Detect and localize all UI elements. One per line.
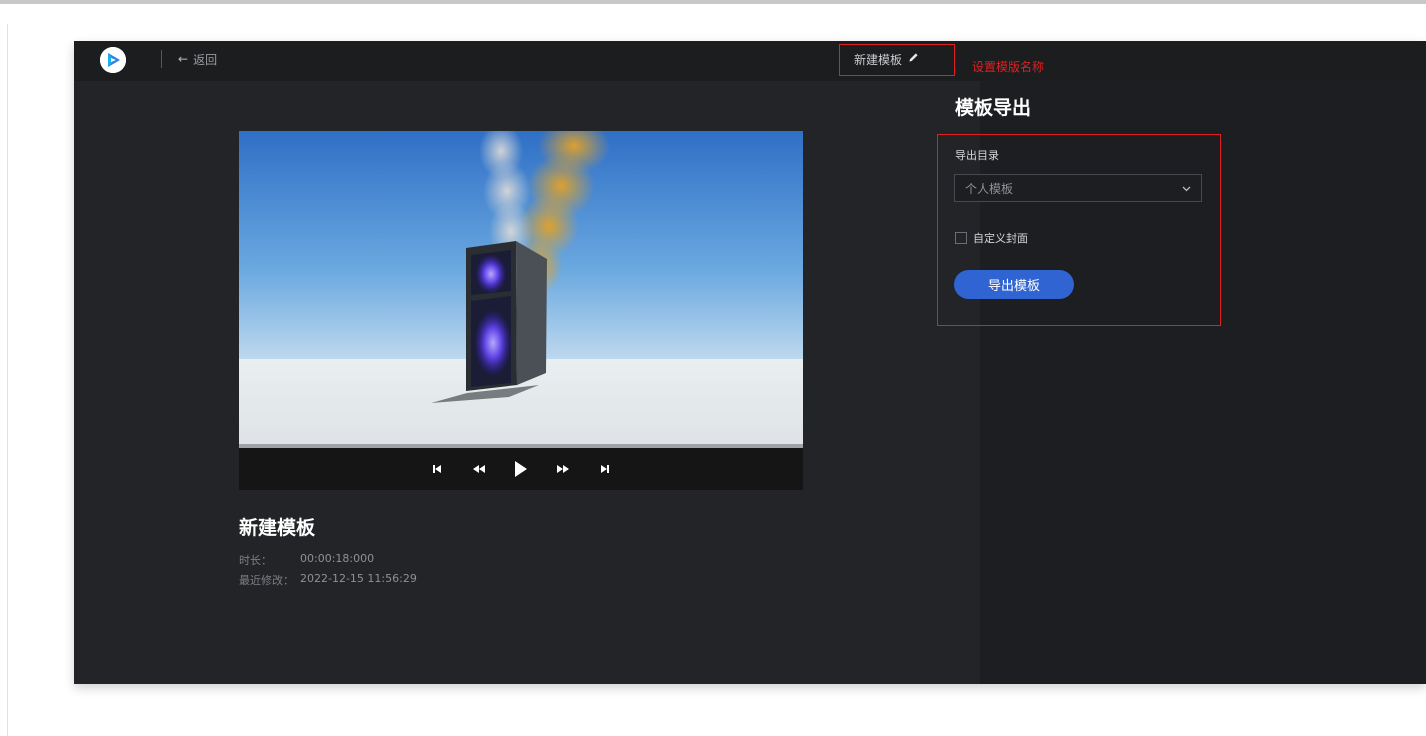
skip-start-icon[interactable] <box>416 448 458 490</box>
rewind-icon[interactable] <box>458 448 500 490</box>
chevron-down-icon <box>1182 181 1191 195</box>
fast-forward-icon[interactable] <box>542 448 584 490</box>
modified-value: 2022-12-15 11:56:29 <box>300 572 417 585</box>
annotation-set-name: 设置模版名称 <box>972 60 1045 74</box>
custom-cover-label: 自定义封面 <box>973 232 1028 245</box>
pencil-icon[interactable] <box>908 52 919 66</box>
custom-cover-checkbox[interactable] <box>955 232 967 244</box>
arrow-left-icon: ← <box>178 52 189 66</box>
back-button[interactable]: ← 返回 <box>178 50 217 68</box>
back-label: 返回 <box>193 52 218 67</box>
play-icon[interactable] <box>500 448 542 490</box>
export-panel-title: 模板导出 <box>955 97 1032 119</box>
export-dir-value: 个人模板 <box>965 181 1014 196</box>
top-bar <box>74 41 1426 81</box>
export-dir-label: 导出目录 <box>955 149 999 162</box>
page-top-border <box>0 0 1426 4</box>
video-frame <box>239 131 803 447</box>
template-name-label: 新建模板 <box>854 52 903 67</box>
skip-end-icon[interactable] <box>584 448 626 490</box>
page-left-border <box>7 24 8 736</box>
template-name-edit[interactable]: 新建模板 <box>854 50 919 68</box>
header-divider <box>161 50 162 68</box>
app-logo-icon[interactable] <box>100 47 126 73</box>
duration-value: 00:00:18:000 <box>300 552 375 565</box>
template-title: 新建模板 <box>239 517 316 539</box>
modified-row: 最近修改： 2022-12-15 11:56:29 <box>239 572 417 588</box>
export-dir-select[interactable]: 个人模板 <box>954 174 1202 202</box>
modified-label: 最近修改： <box>239 574 294 587</box>
video-preview[interactable] <box>239 131 803 490</box>
export-template-button[interactable]: 导出模板 <box>954 270 1074 299</box>
custom-cover-option[interactable]: 自定义封面 <box>955 230 1028 246</box>
playback-controls <box>239 448 803 490</box>
template-editor-window: ← 返回 新建模板 设置模版名称 新建模板 时长： 00:00:18:000 最… <box>74 41 1426 684</box>
duration-row: 时长： 00:00:18:000 <box>239 552 374 568</box>
duration-label: 时长： <box>239 554 272 567</box>
